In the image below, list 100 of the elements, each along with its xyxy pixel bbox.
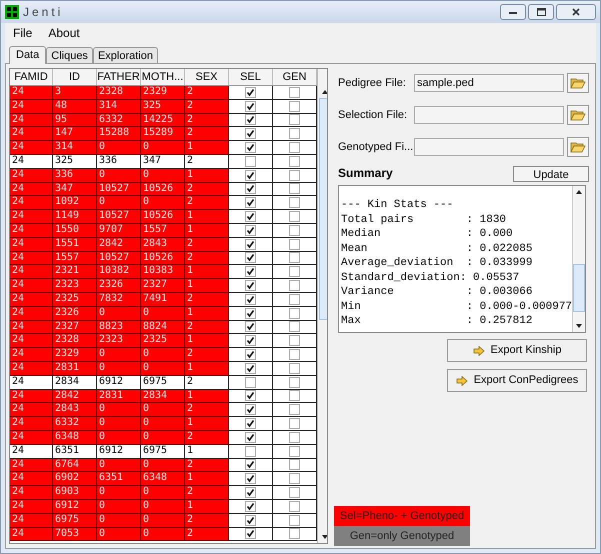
- checkbox[interactable]: [245, 432, 256, 443]
- checkbox[interactable]: [289, 280, 300, 292]
- checkbox[interactable]: [289, 473, 300, 484]
- checkbox[interactable]: [289, 500, 300, 512]
- checkbox[interactable]: [245, 252, 256, 264]
- checkbox[interactable]: [245, 211, 256, 222]
- checkbox[interactable]: [245, 86, 256, 98]
- checkbox[interactable]: [289, 459, 300, 470]
- checkbox[interactable]: [289, 100, 300, 112]
- column-header[interactable]: ID: [53, 69, 97, 85]
- checkbox[interactable]: [245, 487, 256, 498]
- checkbox[interactable]: [245, 349, 256, 360]
- checkbox[interactable]: [245, 321, 256, 332]
- checkbox[interactable]: [289, 128, 300, 140]
- maximize-button[interactable]: [528, 4, 554, 20]
- checkbox[interactable]: [289, 266, 300, 278]
- checkbox[interactable]: [289, 376, 300, 388]
- close-button[interactable]: [556, 4, 596, 20]
- export-button[interactable]: Export Kinship: [447, 339, 587, 362]
- checkbox[interactable]: [289, 238, 300, 250]
- browse-button[interactable]: [567, 105, 589, 125]
- checkbox[interactable]: [245, 183, 256, 194]
- checkbox[interactable]: [289, 418, 300, 430]
- checkbox[interactable]: [245, 308, 256, 319]
- scrollbar[interactable]: [317, 69, 327, 543]
- table-cell: 6348: [53, 430, 97, 445]
- checkbox[interactable]: [245, 528, 256, 540]
- checkbox[interactable]: [245, 335, 256, 346]
- menu-item[interactable]: About: [48, 24, 80, 42]
- checkbox[interactable]: [289, 197, 300, 208]
- column-header[interactable]: FATHER: [97, 69, 141, 85]
- summary-text: --- Kin Stats --- Total pairs : 1830 Median : 0.000 Mean : 0.022085 Average_deviation : 0.033999 Standard_deviation: 0.05537 Variance : 0.003066 Min : 0.000-0.000977 Max : 0.257812: [340, 198, 572, 329]
- file-field[interactable]: sample.ped: [414, 74, 564, 92]
- checkbox[interactable]: [245, 473, 256, 484]
- column-header[interactable]: SEL: [229, 69, 273, 85]
- checkbox[interactable]: [289, 183, 300, 194]
- tab[interactable]: Exploration: [92, 47, 158, 63]
- minimize-button[interactable]: [500, 4, 526, 20]
- checkbox[interactable]: [289, 294, 300, 305]
- checkbox[interactable]: [289, 114, 300, 126]
- checkbox[interactable]: [245, 128, 256, 140]
- checkbox[interactable]: [245, 142, 256, 154]
- scrollbar-thumb[interactable]: [573, 264, 586, 312]
- scrollbar-thumb[interactable]: [319, 98, 327, 320]
- checkbox[interactable]: [245, 376, 256, 388]
- export-button[interactable]: Export ConPedigrees: [447, 369, 587, 392]
- checkbox[interactable]: [245, 514, 256, 526]
- checkbox[interactable]: [289, 514, 300, 526]
- checkbox[interactable]: [245, 197, 256, 208]
- checkbox[interactable]: [245, 459, 256, 470]
- checkbox[interactable]: [289, 432, 300, 443]
- checkbox[interactable]: [289, 308, 300, 319]
- checkbox[interactable]: [289, 390, 300, 402]
- table-cell: 2329: [53, 348, 97, 362]
- table-cell: 24: [10, 154, 53, 169]
- checkbox[interactable]: [245, 390, 256, 402]
- table-cell: 24: [10, 86, 53, 100]
- checkbox[interactable]: [245, 238, 256, 250]
- checkbox[interactable]: [245, 100, 256, 112]
- checkbox[interactable]: [245, 446, 256, 457]
- checkbox[interactable]: [289, 487, 300, 498]
- table-cell: 24: [10, 196, 53, 210]
- checkbox[interactable]: [245, 280, 256, 292]
- file-field[interactable]: [414, 106, 564, 124]
- checkbox[interactable]: [289, 335, 300, 346]
- checkbox[interactable]: [289, 86, 300, 98]
- checkbox[interactable]: [289, 349, 300, 360]
- checkbox[interactable]: [245, 156, 256, 167]
- checkbox[interactable]: [245, 404, 256, 416]
- checkbox[interactable]: [245, 362, 256, 374]
- checkbox[interactable]: [245, 418, 256, 430]
- update-button[interactable]: Update: [513, 166, 589, 182]
- checkbox[interactable]: [289, 446, 300, 457]
- checkbox[interactable]: [289, 156, 300, 167]
- checkbox[interactable]: [245, 170, 256, 181]
- checkbox[interactable]: [245, 266, 256, 278]
- column-header[interactable]: FAMID: [10, 69, 53, 85]
- tab[interactable]: Cliques: [46, 47, 93, 63]
- checkbox[interactable]: [289, 321, 300, 332]
- checkbox[interactable]: [289, 170, 300, 181]
- file-field[interactable]: [414, 138, 564, 156]
- table-cell: 2834: [53, 376, 97, 390]
- checkbox[interactable]: [245, 114, 256, 126]
- tab[interactable]: Data: [9, 46, 46, 64]
- checkbox[interactable]: [289, 252, 300, 264]
- column-header[interactable]: MOTH...: [141, 69, 185, 85]
- checkbox[interactable]: [289, 211, 300, 222]
- scrollbar[interactable]: [572, 186, 586, 332]
- checkbox[interactable]: [289, 362, 300, 374]
- browse-button[interactable]: [567, 137, 589, 157]
- checkbox[interactable]: [289, 404, 300, 416]
- checkbox[interactable]: [245, 224, 256, 236]
- column-header[interactable]: SEX: [185, 69, 229, 85]
- checkbox[interactable]: [245, 500, 256, 512]
- checkbox[interactable]: [289, 528, 300, 540]
- checkbox[interactable]: [289, 142, 300, 154]
- browse-button[interactable]: [567, 73, 589, 93]
- checkbox[interactable]: [289, 224, 300, 236]
- menu-item[interactable]: File: [13, 24, 32, 42]
- checkbox[interactable]: [245, 294, 256, 305]
